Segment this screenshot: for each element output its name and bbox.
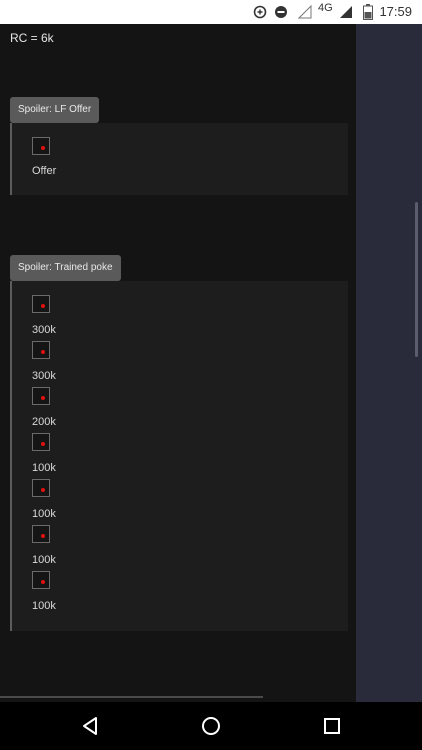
horizontal-scrollbar[interactable] xyxy=(0,696,263,698)
battery-icon xyxy=(363,4,373,20)
back-icon[interactable] xyxy=(79,715,101,737)
broken-image-icon xyxy=(41,442,45,446)
image-placeholder[interactable] xyxy=(32,479,50,497)
system-nav-bar xyxy=(0,702,422,750)
spoiler-item-label: 100k xyxy=(32,600,56,612)
spoiler-item-label: 200k xyxy=(32,416,56,428)
broken-image-icon xyxy=(41,534,45,538)
side-panel xyxy=(356,24,422,702)
spoiler-body-lf-offer: Offer xyxy=(10,123,348,195)
image-placeholder[interactable] xyxy=(32,525,50,543)
recents-icon[interactable] xyxy=(321,715,343,737)
status-time: 17:59 xyxy=(379,4,412,19)
spoiler-item-label: 100k xyxy=(32,462,56,474)
network-type: 4G xyxy=(318,2,333,14)
spoiler-toggle-trained-poke[interactable]: Spoiler: Trained poke xyxy=(10,255,121,281)
spoiler-body-trained-poke: 300k 300k 200k 100k 100k 100k 100k xyxy=(10,281,348,631)
broken-image-icon xyxy=(41,488,45,492)
post-text: RC = 6k xyxy=(10,31,54,45)
broken-image-icon xyxy=(41,350,45,354)
broken-image-icon xyxy=(41,396,45,400)
image-placeholder[interactable] xyxy=(32,571,50,589)
broken-image-icon xyxy=(41,304,45,308)
broken-image-icon xyxy=(41,146,45,150)
image-placeholder[interactable] xyxy=(32,433,50,451)
post-content: RC = 6k Spoiler: LF Offer Offer Spoiler:… xyxy=(0,24,356,702)
image-placeholder[interactable] xyxy=(32,387,50,405)
status-bar: 4G 17:59 xyxy=(0,0,422,24)
broken-image-icon xyxy=(41,580,45,584)
wifi-signal-icon xyxy=(298,5,312,19)
image-placeholder[interactable] xyxy=(32,137,50,155)
spoiler-toggle-lf-offer[interactable]: Spoiler: LF Offer xyxy=(10,97,100,123)
data-saver-icon xyxy=(253,5,267,19)
cell-signal-icon xyxy=(340,6,352,18)
spoiler-item-label: 100k xyxy=(32,554,56,566)
spoiler-item-label: Offer xyxy=(32,165,57,177)
spoiler-item-label: 300k xyxy=(32,324,56,336)
image-placeholder[interactable] xyxy=(32,295,50,313)
vertical-scrollbar[interactable] xyxy=(415,202,418,357)
spoiler-item-label: 100k xyxy=(32,508,56,520)
home-icon[interactable] xyxy=(200,715,222,737)
spoiler-item-label: 300k xyxy=(32,370,56,382)
do-not-disturb-icon xyxy=(275,6,287,18)
image-placeholder[interactable] xyxy=(32,341,50,359)
